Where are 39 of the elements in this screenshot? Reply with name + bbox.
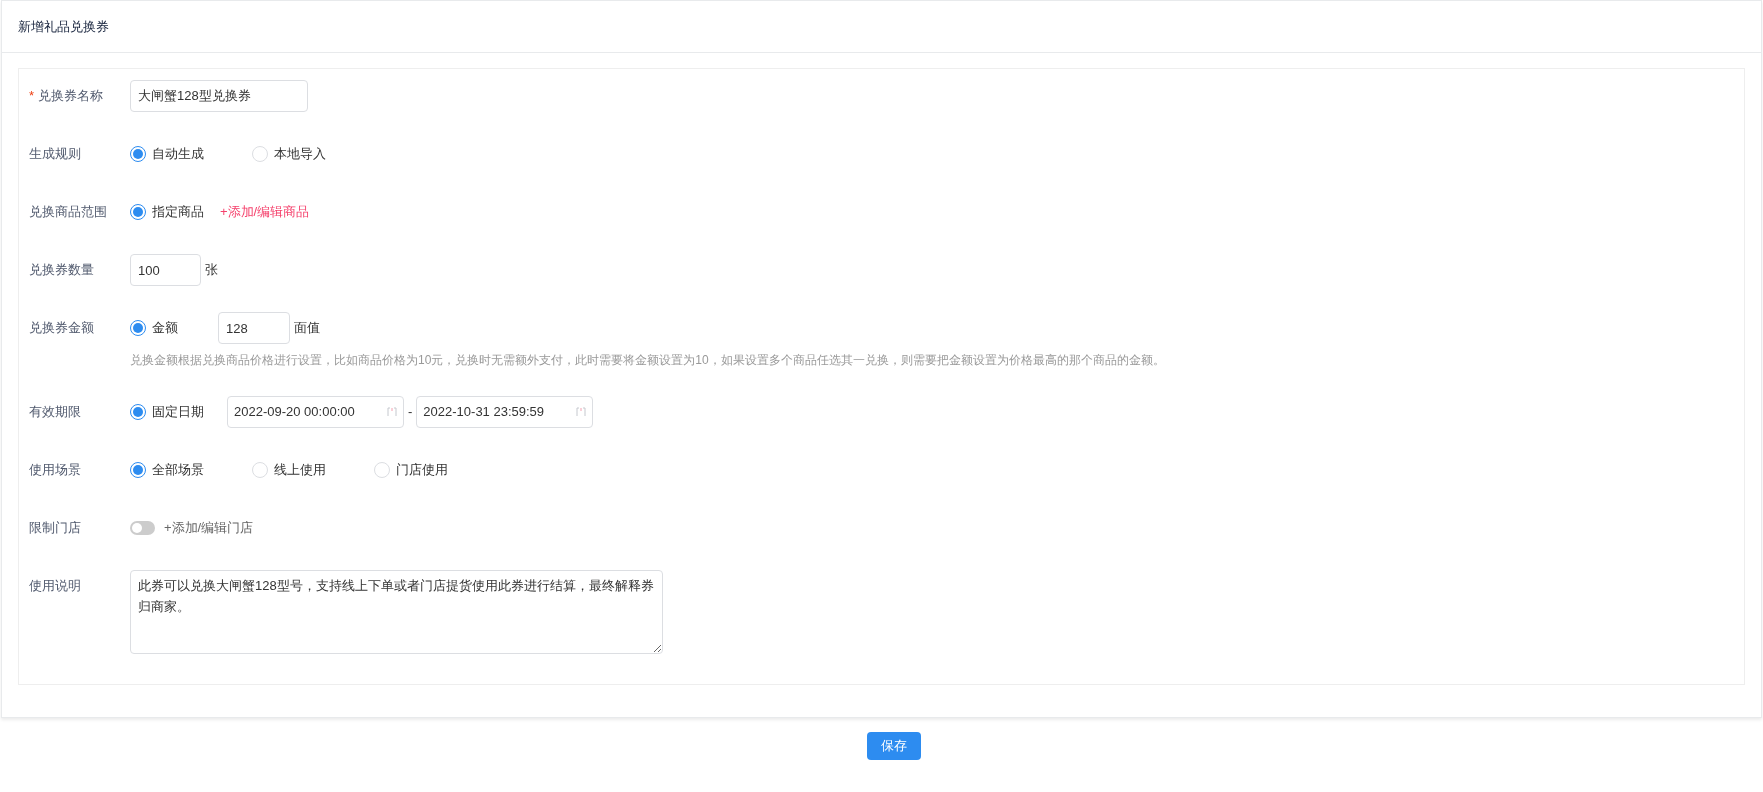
radio-button[interactable] bbox=[130, 204, 146, 220]
field-label: 兑换券金额 bbox=[29, 319, 94, 338]
end-date-field[interactable]: 2022-10-31 23:59:59 bbox=[416, 396, 594, 428]
radio-option[interactable]: 线上使用 bbox=[252, 454, 366, 486]
field-label: 兑换券数量 bbox=[29, 261, 94, 280]
required-mark: * bbox=[29, 87, 35, 106]
field-label: 兑换商品范围 bbox=[29, 203, 107, 222]
amount-input[interactable]: 128 bbox=[218, 312, 290, 344]
add-store-link[interactable]: +添加/编辑门店 bbox=[164, 518, 254, 538]
toggle-switch[interactable] bbox=[130, 521, 155, 535]
field-label: 生成规则 bbox=[29, 145, 81, 164]
radio-button[interactable] bbox=[130, 320, 146, 336]
description-textarea[interactable]: 此券可以兑换大闸蟹128型号，支持线上下单或者门店提货使用此券进行结算，最终解释券归商家。 bbox=[130, 570, 663, 654]
date-separator: - bbox=[408, 403, 413, 422]
radio-option[interactable]: 自动生成 bbox=[130, 138, 244, 170]
radio-option[interactable]: 金额 bbox=[130, 312, 210, 344]
quantity-input[interactable]: 100 bbox=[130, 254, 201, 286]
field-label: 使用说明 bbox=[29, 577, 81, 596]
page-title: 新增礼品兑换券 bbox=[18, 17, 109, 36]
hint-text: 兑换金额根据兑换商品价格进行设置，比如商品价格为10元，兑换时无需额外支付，此时需要将金额设置为10，如果设置多个商品任选其一兑换，则需要把金额设置为价格最高的那个商品的金额。 bbox=[130, 352, 1165, 369]
field-label: 有效期限 bbox=[29, 403, 81, 422]
add-product-link[interactable]: +添加/编辑商品 bbox=[220, 202, 310, 222]
radio-option[interactable]: 全部场景 bbox=[130, 454, 244, 486]
unit-text: 面值 bbox=[294, 319, 320, 338]
calendar-icon bbox=[576, 407, 587, 417]
radio-button[interactable] bbox=[130, 146, 146, 162]
radio-option[interactable]: 门店使用 bbox=[374, 454, 488, 486]
field-label: 限制门店 bbox=[29, 519, 81, 538]
radio-option[interactable]: 本地导入 bbox=[252, 138, 366, 170]
calendar-icon bbox=[387, 407, 397, 417]
name-input[interactable]: 大闸蟹128型兑换券 bbox=[130, 80, 308, 112]
field-label: 兑换券名称 bbox=[38, 87, 104, 106]
radio-button[interactable] bbox=[130, 462, 146, 478]
field-label: 使用场景 bbox=[29, 461, 81, 480]
radio-button[interactable] bbox=[130, 404, 146, 420]
radio-option[interactable]: 固定日期 bbox=[130, 396, 210, 428]
radio-option[interactable]: 指定商品 bbox=[130, 196, 210, 228]
start-date-field[interactable]: 2022-09-20 00:00:00 bbox=[227, 396, 404, 428]
unit-text: 张 bbox=[205, 261, 218, 280]
